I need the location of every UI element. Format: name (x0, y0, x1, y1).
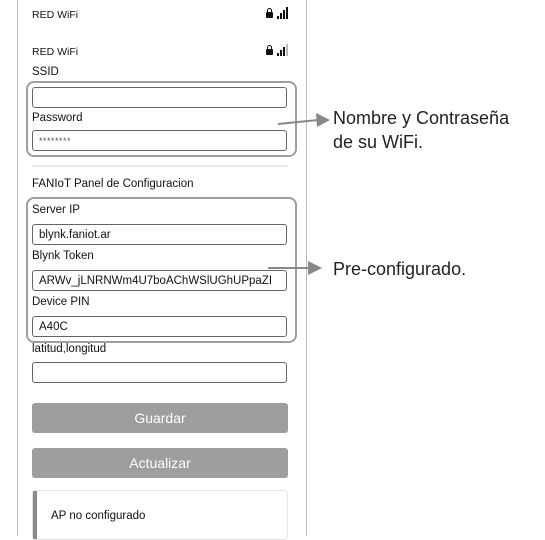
preconfig-annotation: Pre-configurado. (333, 259, 467, 279)
wifi-arrow-line (277, 119, 319, 125)
preconfig-arrowhead-icon (308, 261, 322, 275)
wifi-annotation-line1: Nombre y Contraseña (333, 108, 510, 128)
wifi-arrowhead-icon (316, 113, 330, 127)
wifi-annotation-line2: de su WiFi. (333, 132, 424, 152)
